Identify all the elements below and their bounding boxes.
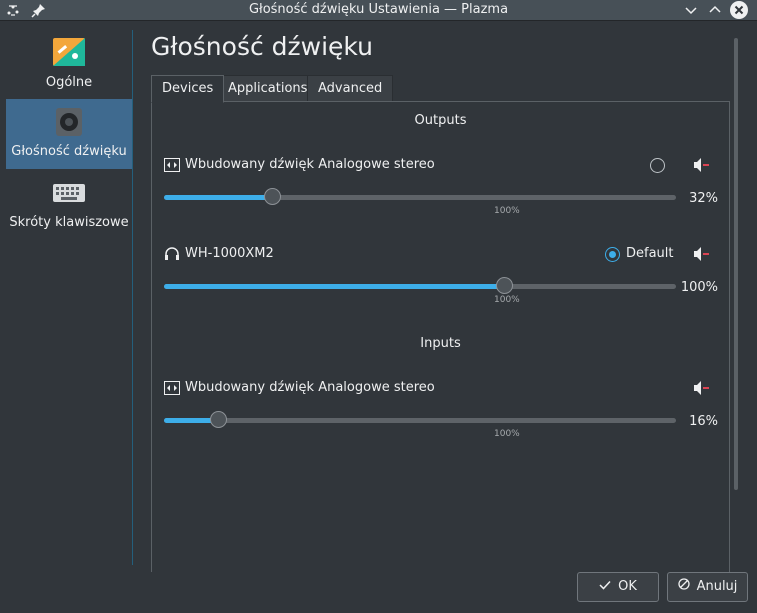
volume-slider[interactable] bbox=[164, 277, 676, 294]
input-device-name: Wbudowany dźwięk Analogowe stereo bbox=[185, 380, 435, 395]
page-title: Głośność dźwięku bbox=[151, 32, 373, 61]
output-device-name: WH-1000XM2 bbox=[185, 246, 274, 261]
chevron-down-icon bbox=[685, 7, 697, 15]
devices-panel: Outputs Wbudowany dźwięk Analogowe stere… bbox=[151, 101, 730, 572]
headphones-icon bbox=[164, 247, 180, 261]
slider-handle[interactable] bbox=[209, 411, 227, 428]
volume-slider[interactable] bbox=[164, 411, 676, 428]
inputs-heading: Inputs bbox=[420, 336, 461, 351]
speaker-mute-icon[interactable] bbox=[692, 246, 712, 262]
cancel-icon bbox=[677, 573, 690, 601]
slider-tick-label: 100% bbox=[494, 206, 520, 216]
volume-percentage: 16% bbox=[689, 414, 718, 429]
close-button[interactable] bbox=[730, 1, 748, 19]
volume-percentage: 32% bbox=[689, 191, 718, 206]
sidebar-separator bbox=[132, 30, 133, 565]
cancel-button[interactable]: Anuluj bbox=[667, 572, 748, 602]
outputs-heading: Outputs bbox=[414, 113, 467, 128]
sidebar-item-shortcuts[interactable]: Skróty klawiszowe bbox=[6, 170, 132, 240]
maximize-button[interactable] bbox=[706, 1, 724, 19]
minimize-button[interactable] bbox=[682, 1, 700, 19]
slider-tick-label: 100% bbox=[494, 429, 520, 439]
tab-applications[interactable]: Applications bbox=[217, 75, 319, 103]
keyboard-icon bbox=[53, 184, 85, 202]
volume-slider[interactable] bbox=[164, 188, 676, 205]
tab-devices[interactable]: Devices bbox=[151, 75, 225, 103]
sidebar: Ogólne Głośność dźwięku Skróty klawiszow… bbox=[0, 30, 132, 565]
general-settings-icon bbox=[53, 38, 85, 66]
ok-label: OK bbox=[618, 579, 637, 594]
speaker-icon bbox=[56, 108, 82, 136]
audio-card-icon bbox=[164, 158, 180, 172]
scrollbar[interactable] bbox=[734, 38, 738, 490]
sidebar-item-label: Ogólne bbox=[45, 75, 93, 90]
title-bar: Głośność dźwięku Ustawienia — Plazma bbox=[0, 0, 757, 21]
slider-tick-label: 100% bbox=[494, 295, 520, 305]
slider-handle[interactable] bbox=[264, 188, 282, 205]
default-device-radio[interactable] bbox=[605, 247, 620, 262]
cancel-label: Anuluj bbox=[696, 579, 738, 594]
sidebar-item-label: Skróty klawiszowe bbox=[9, 215, 129, 230]
speaker-mute-icon[interactable] bbox=[692, 157, 712, 173]
close-icon bbox=[734, 5, 744, 15]
volume-percentage: 100% bbox=[680, 280, 718, 295]
output-device-name: Wbudowany dźwięk Analogowe stereo bbox=[185, 157, 435, 172]
ok-button[interactable]: OK bbox=[577, 572, 659, 602]
chevron-up-icon bbox=[709, 5, 721, 13]
default-device-radio[interactable] bbox=[650, 158, 665, 173]
slider-handle[interactable] bbox=[496, 277, 514, 294]
sidebar-item-label: Głośność dźwięku bbox=[11, 144, 127, 159]
default-label: Default bbox=[626, 246, 674, 261]
sidebar-item-general[interactable]: Ogólne bbox=[6, 30, 132, 100]
sidebar-item-sound-volume[interactable]: Głośność dźwięku bbox=[6, 99, 132, 169]
speaker-mute-icon[interactable] bbox=[692, 380, 712, 396]
checkmark-icon bbox=[599, 573, 611, 601]
tab-advanced[interactable]: Advanced bbox=[307, 75, 394, 103]
window-title: Głośność dźwięku Ustawienia — Plazma bbox=[248, 2, 509, 17]
audio-card-icon bbox=[164, 381, 180, 395]
